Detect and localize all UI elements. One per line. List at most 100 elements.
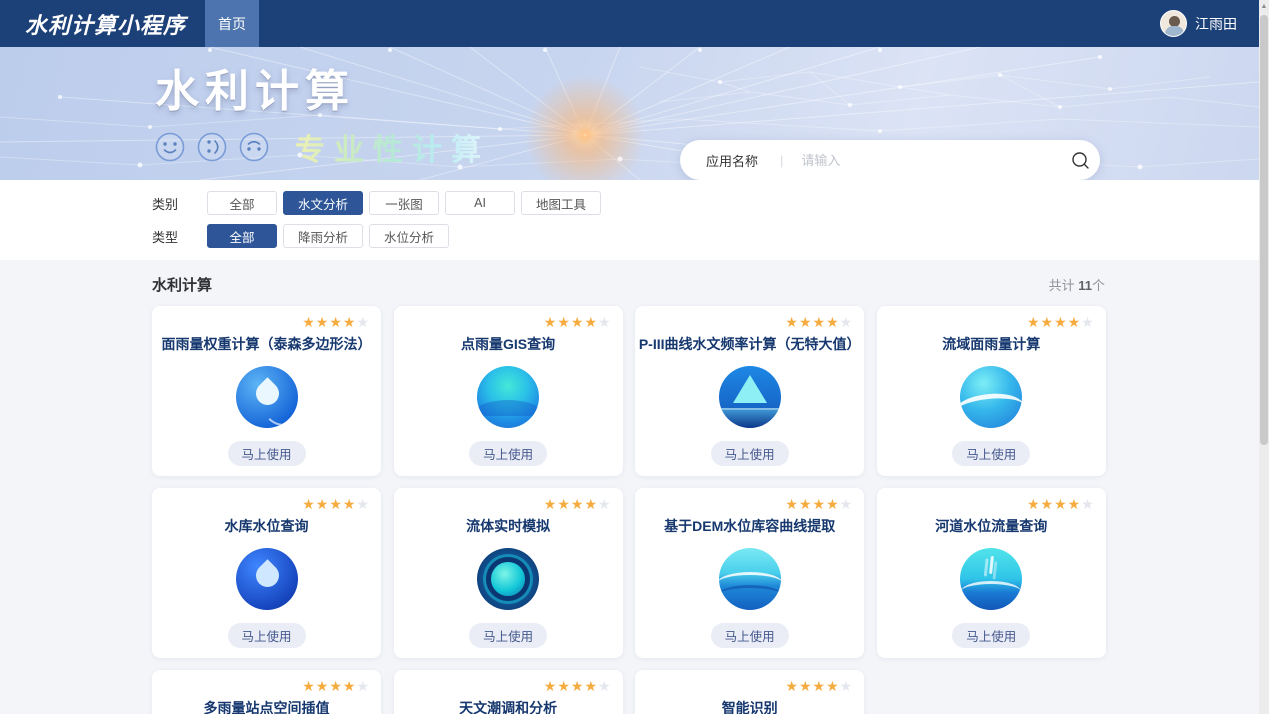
section-title: 水利计算 <box>152 274 212 295</box>
hero-title: 水利计算 <box>155 55 490 119</box>
rating-stars: ★★★★★ <box>394 306 623 330</box>
search-category-label[interactable]: 应用名称 <box>706 151 758 170</box>
tab-home[interactable]: 首页 <box>205 0 259 47</box>
star-icon: ★ <box>813 679 826 694</box>
app-card[interactable]: ★★★★★ P-III曲线水文频率计算（无特大值） 马上使用 <box>635 306 864 476</box>
app-title: P-III曲线水文频率计算（无特大值） <box>635 334 864 354</box>
star-icon: ★ <box>1054 497 1067 512</box>
use-now-button[interactable]: 马上使用 <box>952 441 1030 466</box>
app-card[interactable]: ★★★★★ 面雨量权重计算（泰森多边形法） 马上使用 <box>152 306 381 476</box>
filter-category-hydrology[interactable]: 水文分析 <box>283 191 363 215</box>
use-now-button[interactable]: 马上使用 <box>228 441 306 466</box>
section-header: 水利计算 共计 11个 <box>152 274 1105 295</box>
river-splash-icon <box>960 548 1022 610</box>
star-icon: ★ <box>571 315 584 330</box>
top-navbar: 水利计算小程序 首页 江雨田 <box>0 0 1259 47</box>
fluid-orb-icon <box>477 548 539 610</box>
star-icon: ★ <box>1054 315 1067 330</box>
star-icon: ★ <box>1027 315 1040 330</box>
filter-type-all[interactable]: 全部 <box>207 224 277 248</box>
app-title: 基于DEM水位库容曲线提取 <box>635 516 864 536</box>
use-now-button[interactable]: 马上使用 <box>711 441 789 466</box>
app-card[interactable]: ★★★★★ 点雨量GIS查询 马上使用 <box>394 306 623 476</box>
filter-row-category: 类别 全部 水文分析 一张图 AI 地图工具 <box>152 191 1259 215</box>
app-title: 流体实时模拟 <box>394 516 623 536</box>
navbar-spacer <box>259 0 1160 47</box>
star-icon: ★ <box>544 315 557 330</box>
app-card[interactable]: ★★★★★ 河道水位流量查询 马上使用 <box>877 488 1106 658</box>
star-icon: ★ <box>544 679 557 694</box>
star-icon: ★ <box>1081 497 1094 512</box>
star-icon: ★ <box>785 679 798 694</box>
calm-face-icon <box>239 132 269 162</box>
filter-type-waterlevel[interactable]: 水位分析 <box>369 224 449 248</box>
rating-stars: ★★★★★ <box>394 670 623 694</box>
scroll-up-arrow[interactable]: ▲ <box>1259 0 1269 13</box>
use-now-button[interactable]: 马上使用 <box>469 623 547 648</box>
star-icon: ★ <box>799 497 812 512</box>
app-card[interactable]: ★★★★★ 流体实时模拟 马上使用 <box>394 488 623 658</box>
app-card[interactable]: ★★★★★ 天文潮调和分析 马上使用 <box>394 670 623 714</box>
area-rain-drop-icon <box>236 366 298 428</box>
star-icon: ★ <box>316 679 329 694</box>
app-card[interactable]: ★★★★★ 基于DEM水位库容曲线提取 马上使用 <box>635 488 864 658</box>
p3-curve-mountain-icon <box>719 366 781 428</box>
star-icon: ★ <box>813 497 826 512</box>
app-logo: 水利计算小程序 <box>0 0 205 47</box>
hero-banner: 水利计算 专业性计算 <box>0 47 1259 180</box>
page-viewport: 水利计算小程序 首页 江雨田 <box>0 0 1259 714</box>
filter-category-ai[interactable]: AI <box>445 191 515 215</box>
star-icon: ★ <box>1041 315 1054 330</box>
app-card[interactable]: ★★★★★ 智能识别 马上使用 <box>635 670 864 714</box>
use-now-button[interactable]: 马上使用 <box>228 623 306 648</box>
filter-panel: 类别 全部 水文分析 一张图 AI 地图工具 类型 全部 降雨分析 水位分析 <box>0 180 1259 260</box>
star-icon: ★ <box>571 679 584 694</box>
star-icon: ★ <box>329 315 342 330</box>
filter-category-onemap[interactable]: 一张图 <box>369 191 439 215</box>
app-count: 共计 11个 <box>1049 275 1105 294</box>
app-title: 水库水位查询 <box>152 516 381 536</box>
star-icon: ★ <box>557 315 570 330</box>
star-icon: ★ <box>584 315 597 330</box>
star-icon: ★ <box>799 679 812 694</box>
user-menu[interactable]: 江雨田 <box>1160 0 1259 47</box>
star-icon: ★ <box>343 679 356 694</box>
rating-stars: ★★★★★ <box>152 670 381 694</box>
star-icon: ★ <box>598 679 611 694</box>
filter-category-maptools[interactable]: 地图工具 <box>521 191 601 215</box>
user-avatar[interactable] <box>1160 10 1187 37</box>
star-icon: ★ <box>329 497 342 512</box>
scrollbar-thumb[interactable] <box>1260 15 1268 445</box>
star-icon: ★ <box>584 497 597 512</box>
search-bar: 应用名称 | <box>680 140 1100 180</box>
star-icon: ★ <box>598 315 611 330</box>
star-icon: ★ <box>1068 315 1081 330</box>
filter-category-all[interactable]: 全部 <box>207 191 277 215</box>
star-icon: ★ <box>316 497 329 512</box>
app-card[interactable]: ★★★★★ 多雨量站点空间插值 马上使用 <box>152 670 381 714</box>
filter-type-rainfall[interactable]: 降雨分析 <box>283 224 363 248</box>
star-icon: ★ <box>343 497 356 512</box>
rating-stars: ★★★★★ <box>877 488 1106 512</box>
star-icon: ★ <box>356 497 369 512</box>
reservoir-drop-icon <box>236 548 298 610</box>
hero-subtitle: 专业性计算 <box>295 125 490 169</box>
use-now-button[interactable]: 马上使用 <box>469 441 547 466</box>
star-icon: ★ <box>840 315 853 330</box>
use-now-button[interactable]: 马上使用 <box>711 623 789 648</box>
basin-rain-sphere-icon <box>960 366 1022 428</box>
search-icon[interactable] <box>1060 140 1100 180</box>
app-card[interactable]: ★★★★★ 水库水位查询 马上使用 <box>152 488 381 658</box>
rating-stars: ★★★★★ <box>394 488 623 512</box>
vertical-scrollbar[interactable]: ▲ <box>1259 0 1269 714</box>
search-input[interactable] <box>801 153 1060 168</box>
main-content: 水利计算 共计 11个 ★★★★★ 面雨量权重计算（泰森多边形法） 马上使用 ★… <box>0 260 1259 714</box>
star-icon: ★ <box>1081 315 1094 330</box>
app-title: 点雨量GIS查询 <box>394 334 623 354</box>
rating-stars: ★★★★★ <box>635 488 864 512</box>
app-card[interactable]: ★★★★★ 流域面雨量计算 马上使用 <box>877 306 1106 476</box>
use-now-button[interactable]: 马上使用 <box>952 623 1030 648</box>
gis-globe-icon <box>477 366 539 428</box>
star-icon: ★ <box>571 497 584 512</box>
dem-waves-icon <box>719 548 781 610</box>
